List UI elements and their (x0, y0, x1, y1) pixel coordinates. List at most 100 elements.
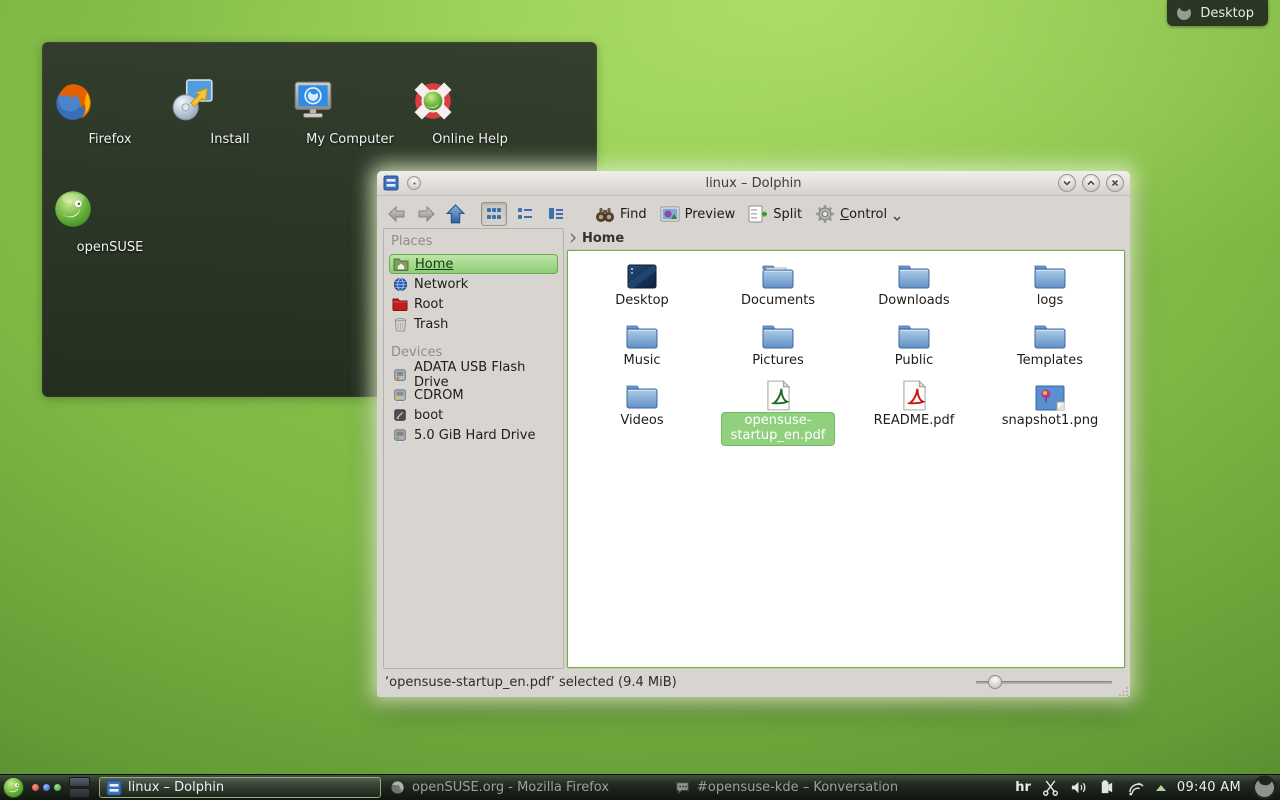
file-item-documents[interactable]: Documents (710, 259, 846, 319)
file-item-public[interactable]: Public (846, 319, 982, 379)
root-folder-icon (392, 296, 408, 312)
place-item-label: Home (415, 257, 453, 272)
dolphin-app-icon (383, 175, 399, 191)
folder-icon (625, 319, 659, 351)
desktop-icon-install[interactable]: Install (170, 78, 290, 147)
file-item-readme-pdf[interactable]: README.pdf (846, 379, 982, 475)
place-item-trash[interactable]: Trash (389, 314, 558, 334)
device-item-label: ADATA USB Flash Drive (414, 360, 555, 390)
files-grid: Desktop Documents (568, 251, 1124, 475)
window-menu-button[interactable] (407, 176, 421, 190)
quick-launch-dot-blue[interactable] (43, 784, 50, 791)
binoculars-icon (595, 206, 615, 222)
split-icon (748, 205, 768, 223)
find-button[interactable]: Find (591, 201, 651, 227)
minimize-button[interactable] (1058, 174, 1076, 192)
folder-icon (897, 259, 931, 291)
pager-desktop-1[interactable] (69, 777, 90, 787)
columns-view-button[interactable] (543, 202, 569, 226)
pager-desktop-2[interactable] (69, 788, 90, 798)
chat-bubble-icon (675, 780, 691, 796)
device-item-boot[interactable]: boot (389, 405, 558, 425)
device-item-usb-flash[interactable]: ADATA USB Flash Drive (389, 365, 558, 385)
plasma-toolbox[interactable]: Desktop (1167, 0, 1268, 26)
opensuse-icon (50, 186, 170, 236)
control-button[interactable]: Control (811, 201, 905, 227)
pdf-file-icon-green (766, 379, 791, 411)
breadcrumb-home[interactable]: Home (582, 231, 624, 246)
file-item-opensuse-startup-pdf[interactable]: opensuse-startup_en.pdf (710, 379, 846, 475)
boot-partition-icon (392, 407, 408, 423)
tray-expand-arrow-icon[interactable] (1156, 785, 1166, 791)
task-firefox[interactable]: openSUSE.org - Mozilla Firefox (384, 777, 666, 798)
desktop-icon-online-help[interactable]: Online Help (410, 78, 530, 147)
place-item-label: Root (414, 297, 443, 312)
split-button[interactable]: Split (744, 201, 806, 227)
forward-button[interactable] (414, 202, 438, 226)
zoom-slider[interactable] (976, 674, 1112, 690)
quick-launch-dot-red[interactable] (32, 784, 39, 791)
desktop-pager (69, 777, 90, 798)
places-header: Places (391, 234, 558, 249)
preview-icon (660, 206, 680, 222)
file-item-downloads[interactable]: Downloads (846, 259, 982, 319)
file-item-pictures[interactable]: Pictures (710, 319, 846, 379)
folder-icon (625, 379, 659, 411)
desktop-icon-label: Online Help (432, 132, 508, 147)
breadcrumb[interactable]: Home (570, 228, 624, 248)
device-item-hard-drive[interactable]: 5.0 GiB Hard Drive (389, 425, 558, 445)
dolphin-app-icon (106, 780, 122, 796)
keyboard-layout-indicator[interactable]: hr (1015, 780, 1031, 795)
file-view[interactable]: Desktop Documents (567, 250, 1125, 668)
window-title: linux – Dolphin (377, 176, 1130, 191)
network-icon[interactable] (1126, 779, 1145, 796)
desktop-icon-label: Install (210, 132, 249, 147)
quick-launch-dot-green[interactable] (54, 784, 61, 791)
file-item-templates[interactable]: Templates (982, 319, 1118, 379)
file-item-videos[interactable]: Videos (574, 379, 710, 475)
place-item-network[interactable]: Network (389, 274, 558, 294)
desktop-icon-opensuse[interactable]: openSUSE (50, 186, 170, 255)
folder-icon (897, 319, 931, 351)
statusbar: ‘opensuse-startup_en.pdf’ selected (9.4 … (385, 671, 1122, 693)
zoom-slider-handle[interactable] (988, 675, 1002, 689)
icons-view-button[interactable] (481, 202, 507, 226)
split-label: Split (773, 207, 802, 222)
desktop-icon-my-computer[interactable]: My Computer (290, 78, 410, 147)
toolbox-label: Desktop (1200, 6, 1254, 21)
task-konversation[interactable]: #opensuse-kde – Konversation (669, 777, 951, 798)
file-item-logs[interactable]: logs (982, 259, 1118, 319)
volume-icon[interactable] (1070, 779, 1087, 796)
panel-cashew[interactable] (1252, 775, 1277, 800)
gear-icon (815, 204, 835, 224)
close-button[interactable] (1106, 174, 1124, 192)
file-item-desktop[interactable]: Desktop (574, 259, 710, 319)
maximize-button[interactable] (1082, 174, 1100, 192)
resize-grip[interactable] (1119, 686, 1129, 696)
home-folder-icon (393, 256, 409, 272)
task-label: #opensuse-kde – Konversation (697, 780, 898, 795)
klipper-scissors-icon[interactable] (1042, 779, 1059, 796)
device-notifier-icon[interactable] (1098, 779, 1115, 796)
image-file-icon (1035, 379, 1065, 411)
control-label: Control (840, 207, 887, 222)
details-view-button[interactable] (512, 202, 538, 226)
file-item-snapshot-png[interactable]: snapshot1.png (982, 379, 1118, 475)
cdrom-icon (392, 387, 408, 403)
file-item-music[interactable]: Music (574, 319, 710, 379)
digital-clock[interactable]: 09:40 AM (1177, 780, 1241, 795)
up-button[interactable] (443, 202, 467, 226)
place-item-home[interactable]: Home (389, 254, 558, 274)
main-toolbar: Find Preview Split (377, 196, 1130, 230)
back-button[interactable] (385, 202, 409, 226)
place-item-root[interactable]: Root (389, 294, 558, 314)
titlebar[interactable]: linux – Dolphin (377, 171, 1130, 196)
desktop-icon-firefox[interactable]: Firefox (50, 78, 170, 147)
firefox-gray-icon (390, 780, 406, 796)
preview-button[interactable]: Preview (656, 201, 740, 227)
pdf-file-icon-red (902, 379, 927, 411)
places-panel: Places Home Network (383, 228, 564, 669)
preview-label: Preview (685, 207, 736, 222)
task-dolphin[interactable]: linux – Dolphin (99, 777, 381, 798)
kickoff-launcher-button[interactable] (2, 776, 25, 799)
